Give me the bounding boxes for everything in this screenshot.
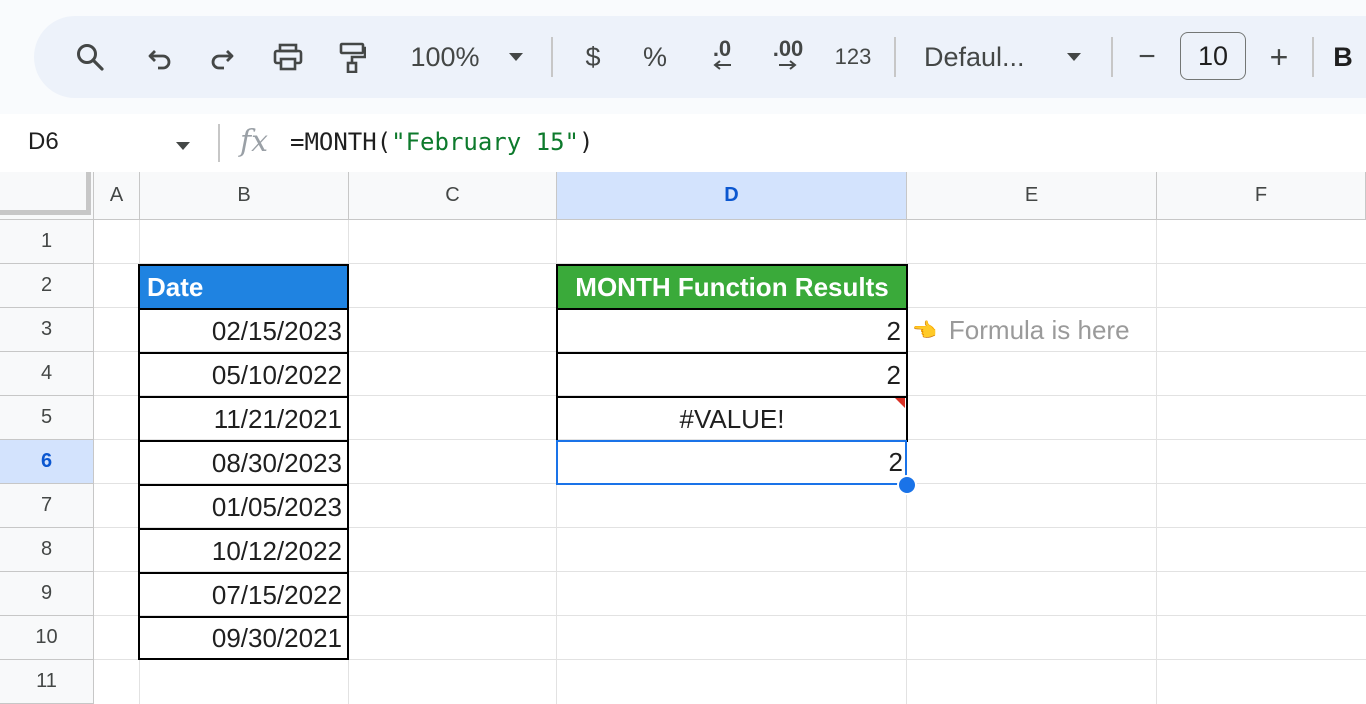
paint-format-icon[interactable]	[332, 16, 372, 98]
formula-note-text: Formula is here	[948, 314, 1130, 345]
font-select[interactable]: Defaul...	[924, 16, 1036, 98]
formula-function: =MONTH(	[290, 128, 392, 156]
pointing-hand-icon: 👈	[912, 319, 937, 342]
row-header-7[interactable]: 7	[0, 484, 94, 528]
date-cell[interactable]: 11/21/2021	[138, 396, 349, 442]
decrease-font-size-button[interactable]: −	[1132, 16, 1162, 98]
date-header-cell[interactable]: Date	[138, 264, 349, 310]
zoom-dropdown-icon[interactable]	[504, 16, 528, 98]
currency-format-button[interactable]: $	[578, 16, 608, 98]
toolbar: 100% $ % .0 .00 123 Defaul... − 10 + B	[34, 16, 1366, 98]
formula-string-argument: "February 15"	[391, 128, 579, 156]
formula-note: 👈 Formula is here	[912, 308, 1130, 352]
undo-icon[interactable]	[140, 16, 180, 98]
percent-format-button[interactable]: %	[640, 16, 670, 98]
decrease-decimal-button[interactable]: .0	[700, 16, 744, 98]
spreadsheet-grid: A B C D E F 1 2 3 4 5 6 7 8 9 10 11 Date…	[0, 172, 1366, 704]
column-header-c[interactable]: C	[349, 172, 557, 220]
column-header-b[interactable]: B	[140, 172, 349, 220]
fill-handle[interactable]	[897, 475, 917, 495]
arrow-left-icon	[713, 60, 731, 70]
formula-bar: D6 fx =MONTH("February 15")	[0, 114, 1366, 173]
error-indicator-icon[interactable]	[895, 398, 905, 408]
date-cell[interactable]: 02/15/2023	[138, 308, 349, 354]
row-header-4[interactable]: 4	[0, 352, 94, 396]
name-box[interactable]: D6	[28, 128, 59, 156]
select-all-corner[interactable]	[0, 172, 94, 220]
row-header-9[interactable]: 9	[0, 572, 94, 616]
gridline	[1156, 220, 1157, 704]
decrease-decimal-label: .0	[712, 36, 732, 61]
search-icon[interactable]	[70, 16, 110, 98]
toolbar-divider	[551, 37, 553, 77]
arrow-right-icon	[779, 60, 797, 70]
date-cell[interactable]: 05/10/2022	[138, 352, 349, 398]
column-header-a[interactable]: A	[94, 172, 140, 220]
column-header-e[interactable]: E	[907, 172, 1157, 220]
more-formats-button[interactable]: 123	[830, 16, 876, 98]
bold-button[interactable]: B	[1330, 16, 1356, 98]
row-header-5[interactable]: 5	[0, 396, 94, 440]
toolbar-divider	[1111, 37, 1113, 77]
row-header-1[interactable]: 1	[0, 220, 94, 264]
increase-font-size-button[interactable]: +	[1264, 16, 1294, 98]
row-header-11[interactable]: 11	[0, 660, 94, 704]
date-cell[interactable]: 10/12/2022	[138, 528, 349, 574]
font-size-input[interactable]: 10	[1180, 32, 1246, 80]
zoom-select[interactable]: 100%	[400, 16, 490, 98]
toolbar-divider	[894, 37, 896, 77]
formula-input[interactable]: =MONTH("February 15")	[290, 128, 593, 156]
formula-bar-divider	[218, 124, 220, 162]
column-header-d[interactable]: D	[557, 172, 907, 220]
row-header-3[interactable]: 3	[0, 308, 94, 352]
increase-decimal-button[interactable]: .00	[764, 16, 812, 98]
date-cell[interactable]: 09/30/2021	[138, 616, 349, 660]
date-cell[interactable]: 07/15/2022	[138, 572, 349, 618]
increase-decimal-label: .00	[772, 36, 804, 61]
row-header-2[interactable]: 2	[0, 264, 94, 308]
frozen-row-handle[interactable]	[0, 210, 86, 215]
row-header-6[interactable]: 6	[0, 440, 94, 484]
result-cell[interactable]: 2	[556, 352, 908, 398]
name-box-dropdown-icon[interactable]	[175, 138, 191, 156]
frozen-column-handle[interactable]	[86, 172, 91, 215]
fx-icon: fx	[240, 124, 269, 159]
result-error-cell[interactable]: #VALUE!	[556, 396, 908, 442]
row-header-8[interactable]: 8	[0, 528, 94, 572]
row-header-10[interactable]: 10	[0, 616, 94, 660]
result-cell[interactable]: 2	[556, 308, 908, 354]
formula-close-paren: )	[579, 128, 594, 156]
toolbar-divider	[1312, 37, 1314, 77]
redo-icon[interactable]	[202, 16, 242, 98]
results-header-cell[interactable]: MONTH Function Results	[556, 264, 908, 310]
print-icon[interactable]	[268, 16, 308, 98]
date-cell[interactable]: 01/05/2023	[138, 484, 349, 530]
font-dropdown-icon[interactable]	[1062, 16, 1086, 98]
active-cell-selection	[556, 440, 907, 485]
date-cell[interactable]: 08/30/2023	[138, 440, 349, 486]
toolbar-area: 100% $ % .0 .00 123 Defaul... − 10 + B	[0, 0, 1366, 114]
column-header-f[interactable]: F	[1157, 172, 1366, 220]
